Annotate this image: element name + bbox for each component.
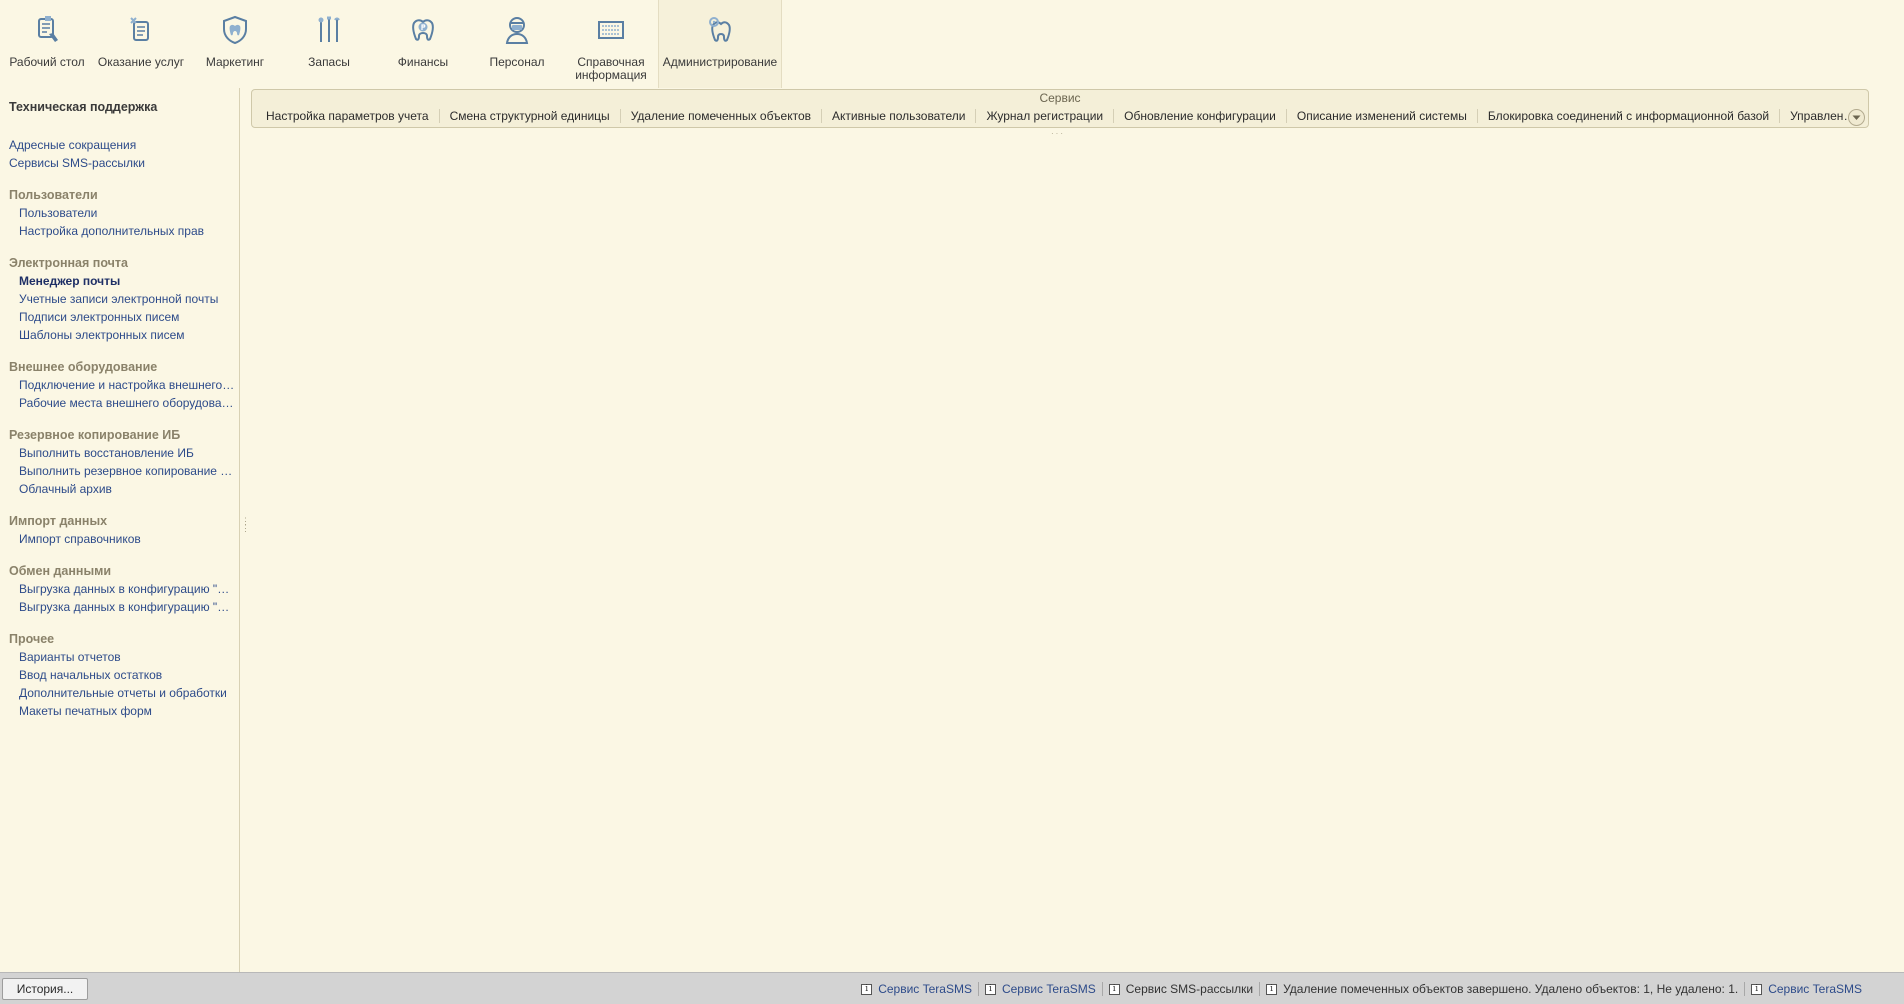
service-delete-marked[interactable]: Удаление помеченных объектов (621, 109, 823, 123)
nav-link-address-abbreviations[interactable]: Адресные сокращения (9, 136, 229, 154)
dental-services-icon (130, 17, 149, 41)
service-lock-connections[interactable]: Блокировка соединений с информационной б… (1478, 109, 1781, 123)
service-panel: Сервис Настройка параметров учета Смена … (251, 89, 1869, 128)
nav-item-report-variants[interactable]: Варианты отчетов (9, 648, 235, 666)
nav-group-title: Обмен данными (9, 564, 112, 578)
nav-group-title: Импорт данных (9, 514, 108, 528)
nav-item-import-catalogs[interactable]: Импорт справочников (9, 530, 235, 548)
doctor-icon (505, 17, 529, 44)
section-stock[interactable]: Запасы (282, 0, 376, 88)
sections-panel: Рабочий стол Оказание услуг Маркетинг За… (0, 0, 1904, 88)
history-button[interactable]: История... (2, 978, 88, 1000)
section-label: Финансы (397, 55, 449, 69)
notification-text: Сервис TeraSMS (878, 982, 972, 996)
info-icon: i (861, 983, 873, 995)
section-reference[interactable]: Справочная информация (564, 0, 658, 88)
notification-terasms-1[interactable]: i Сервис TeraSMS (855, 982, 978, 996)
notification-text: Сервис TeraSMS (1001, 982, 1096, 996)
navigation-panel: Техническая поддержка Адресные сокращени… (0, 88, 240, 972)
service-change-unit[interactable]: Смена структурной единицы (440, 109, 621, 123)
chevron-down-icon (1852, 115, 1861, 120)
nav-item-initial-balances[interactable]: Ввод начальных остатков (9, 666, 235, 684)
nav-item-equipment-setup[interactable]: Подключение и настройка внешнего об... (9, 376, 235, 394)
nav-group-users: Пользователи Пользователи Настройка допо… (9, 186, 239, 240)
nav-item-additional-reports[interactable]: Дополнительные отчеты и обработки (9, 684, 235, 702)
admin-tooth-icon (709, 17, 731, 42)
status-bar: История... i Сервис TeraSMS i Сервис Ter… (0, 972, 1904, 1004)
notification-text: Сервис TeraSMS (1768, 982, 1862, 996)
section-label: Рабочий стол (9, 55, 85, 69)
section-label: Запасы (308, 55, 350, 69)
info-icon: i (1266, 983, 1278, 995)
notification-sms-service[interactable]: i Сервис SMS-рассылки (1101, 982, 1259, 996)
notification-text: Сервис SMS-рассылки (1125, 982, 1254, 996)
nav-group-title: Резервное копирование ИБ (9, 428, 181, 442)
nav-link-sms-services[interactable]: Сервисы SMS-рассылки (9, 154, 229, 172)
notification-deletion-complete[interactable]: i Удаление помеченных объектов завершено… (1259, 982, 1744, 996)
info-icon: i (1108, 983, 1120, 995)
notifications: i Сервис TeraSMS i Сервис TeraSMS i Серв… (855, 982, 1868, 996)
nav-item-mail-manager[interactable]: Менеджер почты (9, 272, 235, 290)
nav-group-import: Импорт данных Импорт справочников (9, 512, 239, 548)
section-services[interactable]: Оказание услуг (94, 0, 188, 88)
notification-terasms-2[interactable]: i Сервис TeraSMS (977, 982, 1102, 996)
panel-resize-grip[interactable]: ··· (1051, 129, 1065, 138)
section-desktop[interactable]: Рабочий стол (0, 0, 94, 88)
nav-group-external-equipment: Внешнее оборудование Подключение и настр… (9, 358, 239, 412)
desktop-icon (38, 16, 58, 42)
shield-tooth-icon (223, 15, 247, 45)
nav-item-equipment-workplaces[interactable]: Рабочие места внешнего оборудования (9, 394, 235, 412)
nav-item-email-signatures[interactable]: Подписи электронных писем (9, 308, 235, 326)
section-label: Справочная информация (575, 55, 647, 82)
service-update-config[interactable]: Обновление конфигурации (1114, 109, 1287, 123)
nav-group-title: Внешнее оборудование (9, 360, 158, 374)
service-change-description[interactable]: Описание изменений системы (1287, 109, 1478, 123)
section-label: Оказание услуг (97, 55, 185, 69)
finance-tooth-icon (412, 19, 434, 41)
reference-panel-icon (598, 21, 624, 39)
nav-title: Техническая поддержка (9, 100, 158, 114)
section-label: Администрирование (662, 55, 778, 69)
splitter-grip[interactable]: ⋮ ⋮ (241, 517, 250, 546)
nav-group-backup: Резервное копирование ИБ Выполнить восст… (9, 426, 239, 498)
nav-group-exchange: Обмен данными Выгрузка данных в конфигур… (9, 562, 239, 616)
nav-group-title: Электронная почта (9, 256, 128, 270)
section-admin[interactable]: Администрирование (658, 0, 782, 88)
section-label: Персонал (489, 55, 545, 69)
nav-group-email: Электронная почта Менеджер почты Учетные… (9, 254, 239, 344)
service-more-button[interactable] (1848, 109, 1865, 126)
nav-item-extra-rights[interactable]: Настройка дополнительных прав (9, 222, 235, 240)
nav-item-restore[interactable]: Выполнить восстановление ИБ (9, 444, 235, 462)
service-active-users[interactable]: Активные пользователи (822, 109, 977, 123)
nav-item-export-accounting-2[interactable]: Выгрузка данных в конфигурацию "Бух... (9, 598, 235, 616)
nav-group-other: Прочее Варианты отчетов Ввод начальных о… (9, 630, 239, 720)
service-title: Сервис (1039, 91, 1081, 105)
section-staff[interactable]: Персонал (470, 0, 564, 88)
service-commands: Настройка параметров учета Смена структу… (252, 106, 1868, 126)
notification-text: Удаление помеченных объектов завершено. … (1283, 982, 1739, 996)
nav-item-email-accounts[interactable]: Учетные записи электронной почты (9, 290, 235, 308)
nav-item-export-accounting-1[interactable]: Выгрузка данных в конфигурацию "Бух... (9, 580, 235, 598)
nav-item-print-layouts[interactable]: Макеты печатных форм (9, 702, 235, 720)
nav-item-backup[interactable]: Выполнить резервное копирование ИБ (9, 462, 235, 480)
nav-group-title: Прочее (9, 632, 55, 646)
dental-tools-icon (318, 16, 340, 42)
nav-item-users[interactable]: Пользователи (9, 204, 235, 222)
info-icon: i (1751, 983, 1763, 995)
section-marketing[interactable]: Маркетинг (188, 0, 282, 88)
service-accounting-settings[interactable]: Настройка параметров учета (256, 109, 440, 123)
info-icon: i (984, 983, 996, 995)
notification-terasms-3[interactable]: i Сервис TeraSMS (1744, 982, 1868, 996)
service-event-log[interactable]: Журнал регистрации (976, 109, 1115, 123)
section-finance[interactable]: Финансы (376, 0, 470, 88)
nav-group-title: Пользователи (9, 188, 98, 202)
nav-item-email-templates[interactable]: Шаблоны электронных писем (9, 326, 235, 344)
sections-list: Рабочий стол Оказание услуг Маркетинг За… (0, 0, 782, 88)
section-label: Маркетинг (205, 55, 265, 69)
nav-item-cloud-archive[interactable]: Облачный архив (9, 480, 235, 498)
